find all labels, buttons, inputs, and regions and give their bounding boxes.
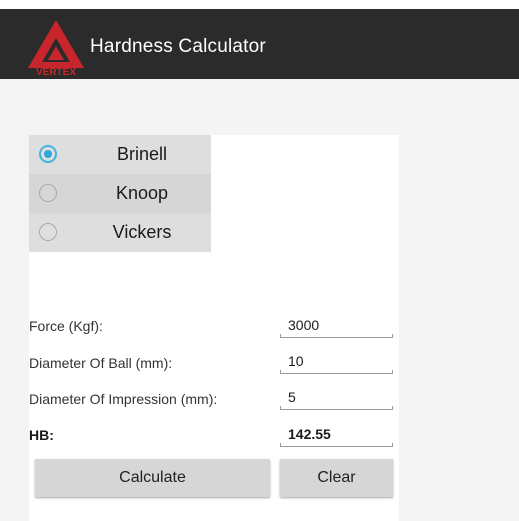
ball-diameter-label: Diameter Of Ball (mm): [29, 355, 173, 371]
impression-diameter-input[interactable] [280, 386, 393, 408]
vertex-logo-icon: VERTEX [28, 20, 84, 76]
action-bar: VERTEX Hardness Calculator [0, 9, 519, 79]
calculate-button[interactable]: Calculate [35, 459, 270, 497]
hb-result-field[interactable] [280, 423, 393, 445]
radio-label-brinell: Brinell [116, 144, 168, 164]
app-window: VERTEX Hardness Calculator Brinell Knoop… [0, 0, 519, 521]
impression-diameter-label: Diameter Of Impression (mm): [29, 391, 218, 407]
radio-unchecked-icon[interactable] [39, 184, 57, 202]
logo-text: VERTEX [36, 67, 76, 76]
app-title: Hardness Calculator [90, 36, 266, 57]
hb-result-underline [280, 443, 393, 447]
radio-option-vickers[interactable]: Vickers [29, 213, 211, 252]
force-input[interactable] [280, 314, 393, 336]
radio-option-knoop[interactable]: Knoop [29, 174, 211, 213]
hb-result-label: HB: [29, 427, 54, 443]
radio-label-vickers: Vickers [112, 222, 172, 242]
radio-option-brinell[interactable]: Brinell [29, 135, 211, 174]
impression-diameter-input-underline [280, 406, 393, 410]
force-label: Force (Kgf): [29, 318, 103, 334]
radio-unchecked-icon[interactable] [39, 223, 57, 241]
radio-label-knoop: Knoop [115, 183, 169, 203]
force-input-underline [280, 334, 393, 338]
clear-button[interactable]: Clear [280, 459, 393, 497]
ball-diameter-input-underline [280, 370, 393, 374]
hardness-method-radio-group: Brinell Knoop Vickers [29, 135, 211, 252]
radio-checked-icon[interactable] [39, 145, 57, 163]
ball-diameter-input[interactable] [280, 350, 393, 372]
status-strip [0, 0, 519, 9]
